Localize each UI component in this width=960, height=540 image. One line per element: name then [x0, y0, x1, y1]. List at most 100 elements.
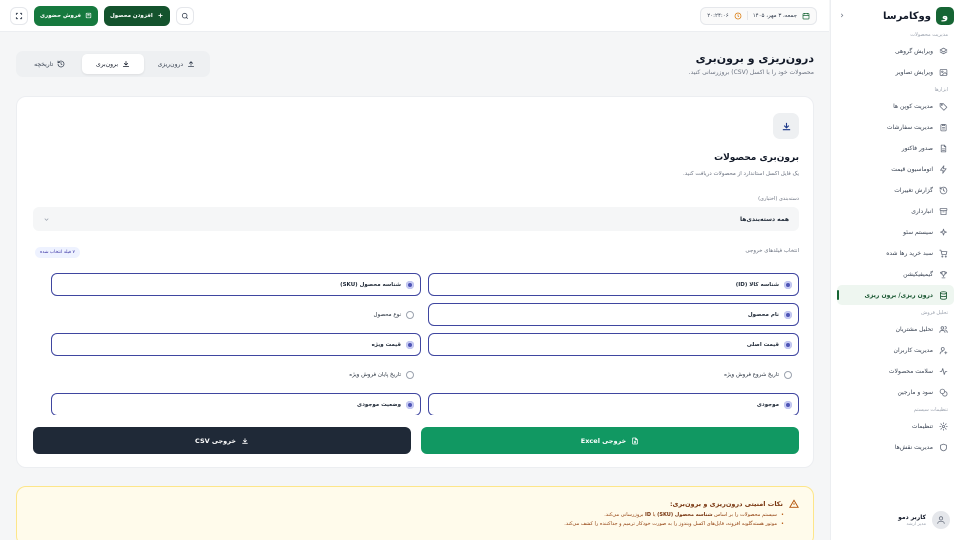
sidebar-item[interactable]: مدیریت کوپن ها — [837, 96, 954, 116]
category-value: همه دسته‌بندی‌ها — [739, 215, 789, 223]
page-header: درون‌ریزی و برون‌بری محصولات خود را با ا… — [689, 52, 814, 76]
user-name: کاربر دمو — [898, 513, 926, 521]
pos-button[interactable]: فروش حضوری — [34, 5, 98, 26]
zap-icon — [939, 164, 948, 174]
checkbox-checked-icon — [406, 340, 414, 349]
layers-icon — [939, 47, 948, 56]
search-icon — [181, 12, 189, 20]
export-field-checkbox[interactable]: قیمت اصلی — [428, 333, 799, 356]
add-product-button[interactable]: افزودن محصول — [103, 5, 170, 26]
brand-logo: و — [936, 7, 954, 25]
export-field-checkbox[interactable]: موجودی — [428, 393, 799, 415]
sidebar-item[interactable]: ویرایش تصاویر — [837, 62, 954, 82]
security-notes: نکات امنیتی درون‌ریزی و برون‌بری: سیستم … — [16, 486, 814, 540]
cart-icon — [939, 249, 948, 258]
sidebar-item-label: مدیریت کاربران — [893, 346, 933, 354]
history-icon — [939, 186, 948, 195]
tab-label: تاریخچه — [34, 60, 54, 68]
export-field-checkbox[interactable]: نوع محصول — [51, 303, 421, 326]
search-button[interactable] — [175, 6, 194, 25]
checkbox-checked-icon — [406, 400, 414, 409]
sidebar-item[interactable]: سبد خرید رها شده — [837, 243, 954, 263]
sidebar-item-label: صدور فاکتور — [901, 144, 933, 152]
sidebar-item-label: سلامت محصولات — [888, 367, 933, 375]
gear-icon — [939, 421, 948, 431]
export-field-checkbox[interactable]: تاریخ پایان فروش ویژه — [51, 363, 421, 386]
note-item: موتور هسته‌گلوبه افزونه، فایل‌های اکسل و… — [31, 521, 784, 527]
fullscreen-button[interactable] — [10, 6, 28, 25]
current-time: ۲۰:۲۴:۰۶ — [707, 12, 729, 19]
sidebar-item[interactable]: صدور فاکتور — [837, 138, 954, 158]
sidebar-item[interactable]: تحلیل مشتریان — [837, 319, 954, 339]
export-field-checkbox[interactable]: شناسه محصول (SKU) — [51, 273, 421, 296]
export-field-checkbox[interactable]: شناسه کالا (ID) — [428, 273, 799, 296]
sidebar-item[interactable]: انبارداری — [837, 201, 954, 221]
sidebar: و ووکامرسا ‹ مدیریت محصولات ویرایش گروهی و… — [830, 0, 960, 540]
export-field-checkbox[interactable]: وضعیت موجودی — [51, 393, 421, 415]
sidebar-item-label: اتوماسیون قیمت — [891, 165, 933, 173]
fields-grid[interactable]: شناسه کالا (ID) شناسه محصول (SKU) نام محصو… — [41, 273, 799, 415]
database-icon — [939, 290, 948, 300]
tab-label: درون‌ریزی — [157, 60, 184, 68]
sidebar-item[interactable]: سود و مارجین — [837, 382, 954, 402]
sidebar-section-label: ابزارها — [934, 87, 948, 93]
calendar-icon — [802, 12, 810, 20]
user-cog-icon — [939, 346, 948, 355]
sidebar-item[interactable]: مدیریت کاربران — [837, 340, 954, 360]
export-field-label: تاریخ شروع فروش ویژه — [724, 371, 779, 378]
tab-label: برون‌بری — [96, 60, 118, 68]
sidebar-item[interactable]: درون ریزی/ برون ریزی — [837, 285, 954, 305]
export-excel-button[interactable]: خروجی Excel — [421, 427, 799, 454]
sidebar-item[interactable]: اتوماسیون قیمت — [837, 159, 954, 179]
sidebar-item-label: گزارش تغییرات — [894, 186, 933, 194]
user-role: مدیر ارشد — [906, 521, 927, 527]
page-title: درون‌ریزی و برون‌بری — [695, 52, 814, 65]
sidebar-item[interactable]: تنظیمات — [837, 416, 954, 436]
upload-icon — [187, 60, 195, 68]
warning-icon — [789, 499, 799, 509]
sidebar-item[interactable]: سلامت محصولات — [837, 361, 954, 381]
sidebar-item-label: تنظیمات — [911, 422, 933, 430]
sidebar-nav: مدیریت محصولات ویرایش گروهی ویرایش تصاویر ا… — [837, 32, 954, 457]
checkbox-checked-icon — [784, 280, 792, 289]
sidebar-item-label: تحلیل مشتریان — [895, 325, 933, 333]
export-field-label: شناسه کالا (ID) — [735, 281, 779, 288]
fields-label: انتخاب فیلدهای خروجی — [745, 248, 799, 254]
topbar: جمعه، ۳ مهر، ۱۴۰۵ ۲۰:۲۴:۰۶ افزودن محصول … — [0, 0, 829, 32]
tab-item[interactable]: برون‌بری — [82, 54, 144, 74]
export-field-checkbox[interactable]: نام محصول — [428, 303, 799, 326]
sidebar-item-label: سبد خرید رها شده — [886, 249, 933, 257]
sidebar-section-label: تنظیمات سیستم — [913, 407, 948, 413]
checkbox-checked-icon — [784, 400, 792, 409]
sidebar-item[interactable]: گزارش تغییرات — [837, 180, 954, 200]
users-icon — [939, 325, 948, 334]
checkbox-empty-icon — [406, 370, 414, 379]
shield-icon — [939, 443, 948, 452]
datetime-pill: جمعه، ۳ مهر، ۱۴۰۵ ۲۰:۲۴:۰۶ — [700, 6, 817, 25]
sidebar-item[interactable]: مدیریت نقش‌ها — [837, 437, 954, 457]
current-date: جمعه، ۳ مهر، ۱۴۰۵ — [752, 12, 797, 19]
checkbox-checked-icon — [784, 340, 792, 349]
clock-icon — [734, 12, 742, 20]
tag-icon — [939, 102, 948, 111]
export-field-checkbox[interactable]: تاریخ شروع فروش ویژه — [428, 363, 799, 386]
export-field-checkbox[interactable]: قیمت ویژه — [51, 333, 421, 356]
download-icon — [241, 437, 249, 445]
tab-item[interactable]: تاریخچه — [19, 54, 80, 74]
sidebar-item[interactable]: سیستم سئو — [837, 222, 954, 242]
sidebar-item[interactable]: ویرایش گروهی — [837, 41, 954, 61]
user-avatar-icon — [932, 511, 950, 529]
category-select[interactable]: همه دسته‌بندی‌ها — [33, 207, 799, 231]
export-card: برون‌بری محصولات یک فایل اکسل استاندارد … — [16, 96, 814, 468]
export-field-label: نام محصول — [747, 311, 779, 318]
sidebar-item[interactable]: گیمیفیکیشن — [837, 264, 954, 284]
export-field-label: قیمت اصلی — [746, 341, 779, 348]
sidebar-item[interactable]: مدیریت سفارشات — [837, 117, 954, 137]
export-csv-button[interactable]: خروجی CSV — [33, 427, 411, 454]
tab-item[interactable]: درون‌ریزی — [146, 54, 207, 74]
sidebar-item-label: سیستم سئو — [903, 228, 933, 236]
checkbox-checked-icon — [784, 310, 792, 319]
page-subtitle: محصولات خود را با اکسل (CSV) بروزرسانی ک… — [688, 69, 814, 76]
user-profile[interactable]: کاربر دمو مدیر ارشد — [837, 508, 954, 532]
sidebar-collapse-button[interactable]: ‹ — [837, 11, 847, 21]
